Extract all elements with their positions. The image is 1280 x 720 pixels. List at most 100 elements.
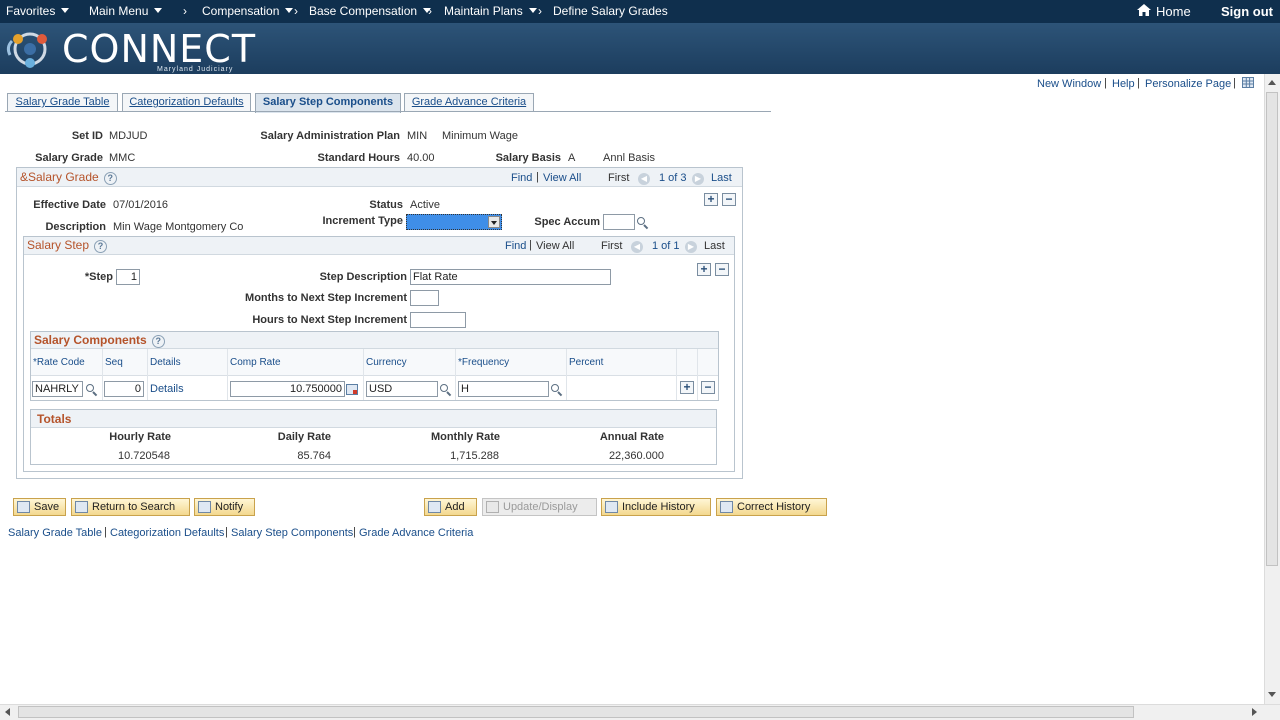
col-currency[interactable]: Currency <box>366 357 407 368</box>
annual-rate-value: 22,360.000 <box>608 450 664 462</box>
bottom-link-grade-advance-criteria[interactable]: Grade Advance Criteria <box>359 527 473 539</box>
link-separator: | <box>1233 77 1236 89</box>
bottom-link-salary-grade-table[interactable]: Salary Grade Table <box>8 527 102 539</box>
step-label: *Step <box>84 271 113 283</box>
salary-grade-first[interactable]: First <box>608 172 629 184</box>
search-icon[interactable] <box>86 384 98 397</box>
calculator-icon[interactable] <box>346 384 358 395</box>
link-separator: | <box>1137 77 1140 89</box>
help-icon[interactable]: ? <box>151 335 165 348</box>
salary-grade-view-all[interactable]: View All <box>543 172 581 184</box>
notify-icon <box>198 501 211 513</box>
chevron-down-icon <box>488 216 500 228</box>
breadcrumb-compensation[interactable]: Compensation <box>202 4 294 18</box>
add-row-icon[interactable]: + <box>680 381 694 394</box>
delete-row-icon[interactable]: − <box>715 263 729 276</box>
add-row-icon[interactable]: + <box>704 193 718 206</box>
breadcrumb-base-compensation[interactable]: Base Compensation <box>309 4 432 18</box>
step-description-input[interactable] <box>410 269 611 285</box>
column-divider <box>566 349 567 400</box>
col-seq[interactable]: Seq <box>105 357 123 368</box>
col-frequency[interactable]: *Frequency <box>458 357 509 368</box>
currency-input[interactable] <box>366 381 438 397</box>
months-next-step-input[interactable] <box>410 290 439 306</box>
breadcrumb-define-salary-grades[interactable]: Define Salary Grades <box>553 4 668 18</box>
vertical-scroll-thumb[interactable] <box>1266 92 1278 566</box>
scroll-left-icon[interactable] <box>5 708 10 716</box>
tab-categorization-defaults[interactable]: Categorization Defaults <box>122 93 251 112</box>
salary-step-first[interactable]: First <box>601 240 622 252</box>
search-icon[interactable] <box>637 217 649 230</box>
salary-step-find[interactable]: Find <box>505 240 526 252</box>
salary-step-last[interactable]: Last <box>704 240 725 252</box>
return-to-search-button[interactable]: Return to Search <box>71 498 190 516</box>
comp-rate-input[interactable] <box>230 381 345 397</box>
prev-arrow-icon[interactable]: ◀ <box>631 238 643 253</box>
details-link[interactable]: Details <box>150 383 184 395</box>
notify-button[interactable]: Notify <box>194 498 255 516</box>
increment-type-select[interactable] <box>406 214 502 230</box>
col-percent[interactable]: Percent <box>569 357 603 368</box>
brand-subtitle: Maryland Judiciary <box>157 66 234 73</box>
delete-row-icon[interactable]: − <box>701 381 715 394</box>
step-input[interactable] <box>116 269 140 285</box>
save-button[interactable]: Save <box>13 498 66 516</box>
bottom-link-categorization-defaults[interactable]: Categorization Defaults <box>110 527 224 539</box>
salary-grade-find[interactable]: Find <box>511 172 532 184</box>
col-details[interactable]: Details <box>150 357 181 368</box>
update-display-button[interactable]: Update/Display <box>482 498 597 516</box>
search-icon[interactable] <box>440 384 452 397</box>
plan-name: Minimum Wage <box>442 130 518 142</box>
connect-logo-icon <box>4 27 56 74</box>
hours-next-step-label: Hours to Next Step Increment <box>252 314 407 326</box>
column-divider <box>455 349 456 400</box>
tab-salary-step-components[interactable]: Salary Step Components <box>255 93 401 113</box>
add-button[interactable]: Add <box>424 498 477 516</box>
main-menu[interactable]: Main Menu <box>89 4 163 18</box>
search-icon[interactable] <box>551 384 563 397</box>
salary-basis-code: A <box>568 152 576 164</box>
next-arrow-icon[interactable]: ▶ <box>685 238 697 253</box>
add-icon <box>428 501 441 513</box>
step-description-label: Step Description <box>319 271 407 283</box>
col-comp-rate[interactable]: Comp Rate <box>230 357 281 368</box>
save-icon <box>17 501 30 513</box>
scroll-right-icon[interactable] <box>1252 708 1257 716</box>
next-arrow-icon[interactable]: ▶ <box>692 170 704 185</box>
spec-accum-input[interactable] <box>603 214 635 230</box>
home-link[interactable]: Home <box>1156 4 1191 19</box>
sign-out-link[interactable]: Sign out <box>1221 4 1273 19</box>
help-icon[interactable]: ? <box>103 172 117 185</box>
horizontal-scroll-thumb[interactable] <box>18 706 1134 718</box>
favorites-menu[interactable]: Favorites <box>6 4 70 18</box>
status-label: Status <box>369 199 403 211</box>
salary-grade-last[interactable]: Last <box>711 172 732 184</box>
correct-history-button[interactable]: Correct History <box>716 498 827 516</box>
totals-title: Totals <box>37 412 72 426</box>
new-window-link[interactable]: New Window <box>1037 78 1101 90</box>
grid-icon[interactable] <box>1242 77 1254 88</box>
breadcrumb-maintain-plans[interactable]: Maintain Plans <box>444 4 537 18</box>
column-divider <box>676 349 677 400</box>
seq-input[interactable] <box>104 381 144 397</box>
hours-next-step-input[interactable] <box>410 312 466 328</box>
add-row-icon[interactable]: + <box>697 263 711 276</box>
salary-step-title: Salary Step? <box>27 238 108 253</box>
increment-type-label: Increment Type <box>322 215 404 227</box>
plan-label: Salary Administration Plan <box>260 130 400 142</box>
personalize-page-link[interactable]: Personalize Page <box>1145 78 1231 90</box>
tab-grade-advance-criteria[interactable]: Grade Advance Criteria <box>404 93 534 112</box>
frequency-input[interactable] <box>458 381 549 397</box>
help-link[interactable]: Help <box>1112 78 1135 90</box>
scroll-up-icon[interactable] <box>1268 80 1276 85</box>
rate-code-input[interactable] <box>32 381 83 397</box>
scroll-down-icon[interactable] <box>1268 692 1276 697</box>
salary-step-view-all[interactable]: View All <box>536 240 574 252</box>
col-rate-code[interactable]: *Rate Code <box>33 357 85 368</box>
delete-row-icon[interactable]: − <box>722 193 736 206</box>
tab-salary-grade-table[interactable]: Salary Grade Table <box>7 93 118 112</box>
bottom-link-salary-step-components[interactable]: Salary Step Components <box>231 527 353 539</box>
prev-arrow-icon[interactable]: ◀ <box>638 170 650 185</box>
help-icon[interactable]: ? <box>94 240 108 253</box>
include-history-button[interactable]: Include History <box>601 498 711 516</box>
